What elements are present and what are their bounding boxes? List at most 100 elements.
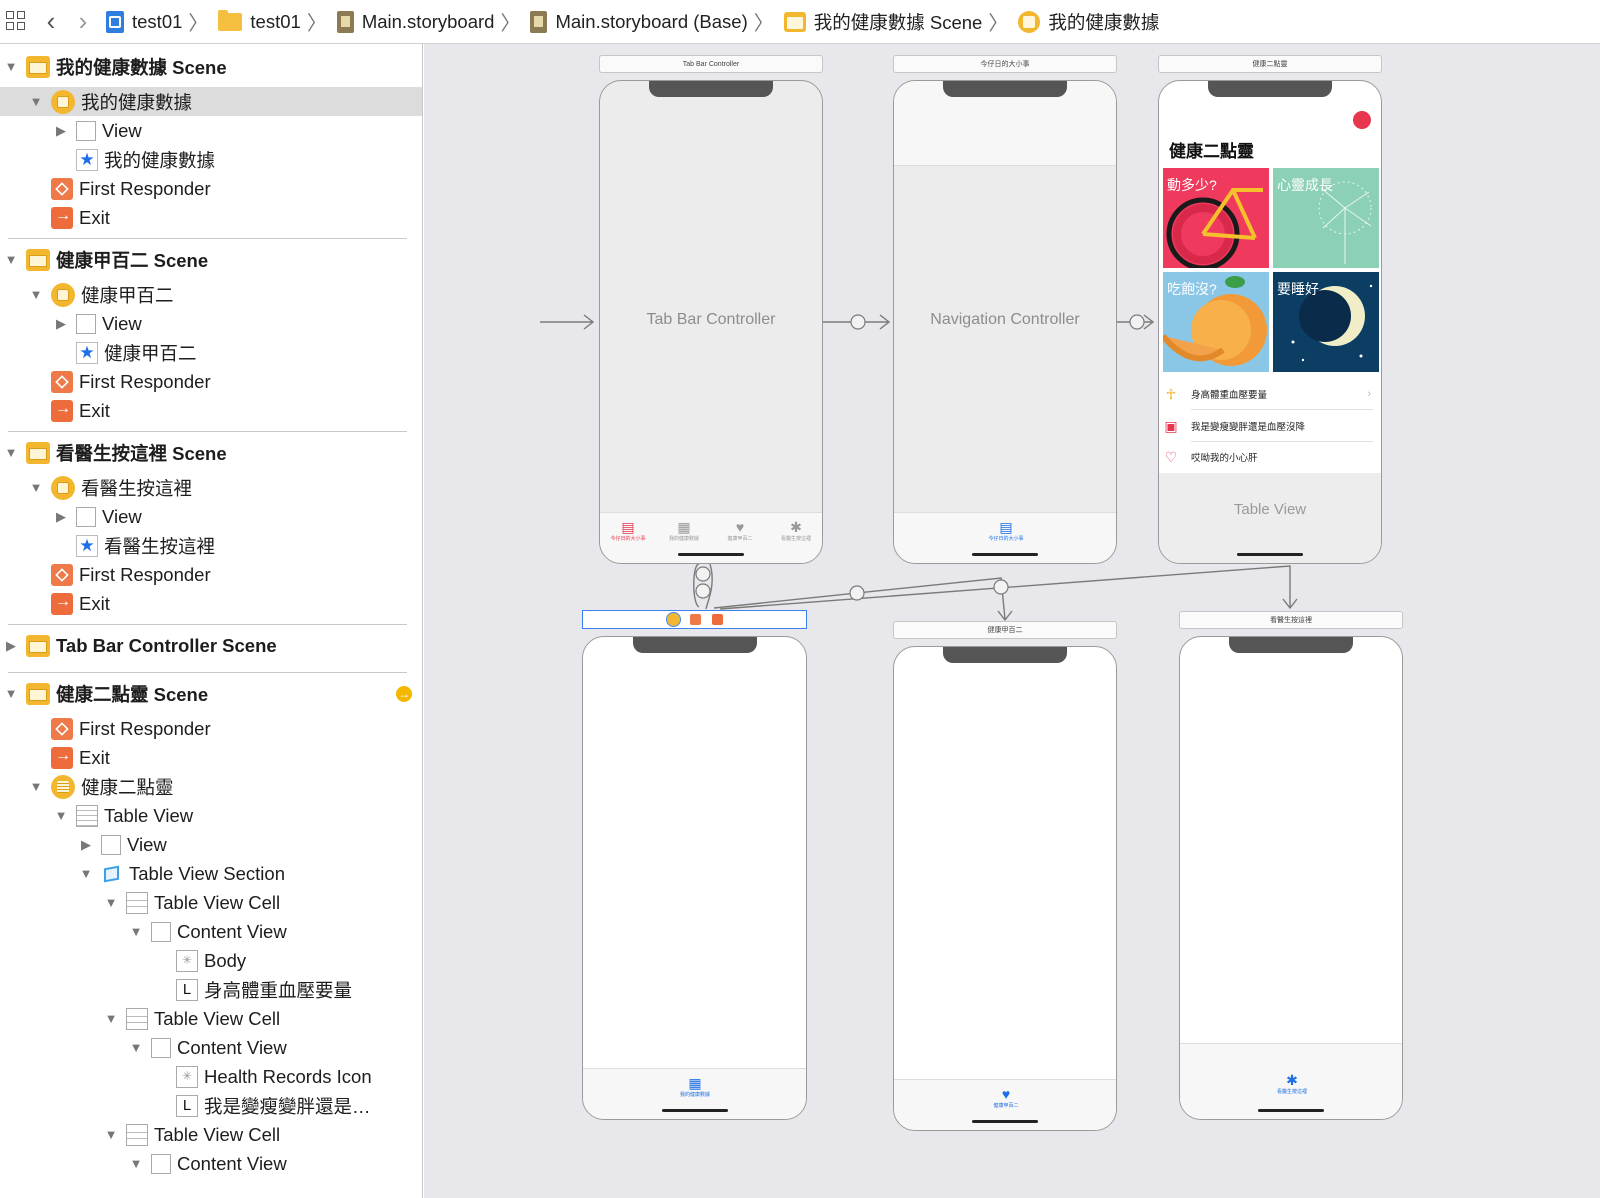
- tab-bar-item[interactable]: ✱ 看醫生按這裡: [1264, 1072, 1320, 1095]
- disclosure-expanded-icon[interactable]: ▼: [54, 808, 68, 823]
- outline-row[interactable]: ▼ 看醫生按這裡 Scene: [0, 438, 422, 467]
- disclosure-collapsed-icon[interactable]: ▶: [54, 316, 68, 332]
- outline-row[interactable]: ▼ Table View Cell: [0, 888, 422, 917]
- breadcrumb-project[interactable]: test01 〉: [106, 7, 208, 36]
- outline-row[interactable]: ▼ Table View Cell: [0, 1004, 422, 1033]
- tab-bar-item[interactable]: ▦ 我的健康數據: [667, 1075, 723, 1098]
- breadcrumb-group[interactable]: test01 〉: [218, 7, 327, 36]
- outline-row[interactable]: ▼ Content View: [0, 1149, 422, 1178]
- profile-icon[interactable]: [1353, 111, 1371, 129]
- outline-row[interactable]: First Responder: [0, 174, 422, 203]
- diet-tile[interactable]: 吃飽沒?: [1163, 272, 1269, 372]
- disclosure-expanded-icon[interactable]: ▼: [4, 445, 18, 460]
- tab-bar-item[interactable]: ▤ 今仔日的大小事: [978, 519, 1034, 542]
- exit-icon[interactable]: [712, 614, 723, 625]
- disclosure-expanded-icon[interactable]: ▼: [29, 480, 43, 495]
- disclosure-expanded-icon[interactable]: ▼: [29, 287, 43, 302]
- navigation-controller-scene[interactable]: Navigation Controller ▤ 今仔日的大小事: [893, 80, 1117, 564]
- table-row[interactable]: ▣ 我是變瘦變胖還是血壓沒降: [1164, 411, 1373, 442]
- view-controller-icon[interactable]: [666, 612, 681, 627]
- disclosure-expanded-icon[interactable]: ▼: [129, 1040, 143, 1055]
- outline-row[interactable]: Exit: [0, 396, 422, 425]
- outline-row[interactable]: ▼ Table View: [0, 801, 422, 830]
- outline-row[interactable]: ▶ Tab Bar Controller Scene: [0, 631, 422, 660]
- breadcrumb-storyboard[interactable]: Main.storyboard 〉: [336, 7, 520, 36]
- disclosure-expanded-icon[interactable]: ▼: [104, 1127, 118, 1142]
- disclosure-expanded-icon[interactable]: ▼: [29, 94, 43, 109]
- disclosure-expanded-icon[interactable]: ▼: [129, 1156, 143, 1171]
- outline-row[interactable]: First Responder: [0, 367, 422, 396]
- jiankang-scene[interactable]: ♥ 健康甲百二: [893, 646, 1117, 1131]
- outline-row[interactable]: ▼ 我的健康數據 Scene: [0, 52, 422, 81]
- outline-row[interactable]: ▼ 健康甲百二: [0, 280, 422, 309]
- sleep-tile[interactable]: 要睡好: [1273, 272, 1379, 372]
- disclosure-expanded-icon[interactable]: ▼: [129, 924, 143, 939]
- table-row[interactable]: ☥ 身高體重血壓要量 ›: [1166, 379, 1373, 410]
- tab-bar-item[interactable]: ▦ 我的健康數據: [656, 519, 712, 542]
- first-responder-icon[interactable]: [690, 614, 701, 625]
- disclosure-collapsed-icon[interactable]: ▶: [54, 509, 68, 525]
- tab-bar-item[interactable]: ▤ 今仔日的大小事: [600, 519, 656, 542]
- doctor-scene[interactable]: ✱ 看醫生按這裡: [1179, 636, 1403, 1120]
- tab-bar-controller-scene-title[interactable]: Tab Bar Controller: [599, 55, 823, 73]
- disclosure-expanded-icon[interactable]: ▼: [29, 779, 43, 794]
- table-row[interactable]: ♡ 哎呦我的小心肝: [1165, 442, 1373, 472]
- outline-row[interactable]: ▼ Content View: [0, 917, 422, 946]
- breadcrumb-storyboard-base[interactable]: Main.storyboard (Base) 〉: [530, 7, 774, 36]
- outline-row[interactable]: Exit: [0, 743, 422, 772]
- outline-row[interactable]: ★ 健康甲百二: [0, 338, 422, 367]
- disclosure-expanded-icon[interactable]: ▼: [79, 866, 93, 881]
- outline-row[interactable]: ★ 我的健康數據: [0, 145, 422, 174]
- outline-row[interactable]: ★ 看醫生按這裡: [0, 531, 422, 560]
- health-scene-title[interactable]: 健康二點靈: [1158, 55, 1382, 73]
- outline-row[interactable]: Exit: [0, 589, 422, 618]
- outline-row[interactable]: First Responder: [0, 560, 422, 589]
- outline-row[interactable]: ▶ View: [0, 309, 422, 338]
- outline-row[interactable]: ▼ 健康二點靈: [0, 772, 422, 801]
- breadcrumb-scene[interactable]: 我的健康數據 Scene 〉: [783, 7, 1008, 36]
- disclosure-expanded-icon[interactable]: ▼: [4, 686, 18, 701]
- forward-arrow-icon[interactable]: ›: [70, 6, 96, 37]
- outline-row[interactable]: Exit: [0, 203, 422, 232]
- related-items-icon[interactable]: [4, 9, 30, 35]
- document-outline[interactable]: ▼ 我的健康數據 Scene ▼ 我的健康數據 ▶ View ★ 我的健康數據 First Re…: [0, 44, 423, 1198]
- disclosure-collapsed-icon[interactable]: ▶: [79, 837, 93, 853]
- my-health-scene-dock[interactable]: [582, 610, 807, 629]
- outline-row[interactable]: ✳ Health Records Icon: [0, 1062, 422, 1091]
- tab-bar-controller-scene[interactable]: Tab Bar Controller ▤ 今仔日的大小事 ▦ 我的健康數據 ♥ …: [599, 80, 823, 564]
- mind-tile[interactable]: 心靈成長: [1273, 168, 1379, 268]
- jiankang-scene-title[interactable]: 健康甲百二: [893, 621, 1117, 639]
- tab-bar-item[interactable]: ♥ 健康甲百二: [712, 519, 768, 542]
- outline-row[interactable]: ▼ Content View: [0, 1033, 422, 1062]
- disclosure-expanded-icon[interactable]: ▼: [4, 252, 18, 267]
- back-arrow-icon[interactable]: ‹: [38, 6, 64, 37]
- outline-row[interactable]: ✳ Body: [0, 946, 422, 975]
- exercise-tile[interactable]: 動多少?: [1163, 168, 1269, 268]
- tab-bar-item[interactable]: ♥ 健康甲百二: [978, 1086, 1034, 1109]
- disclosure-expanded-icon[interactable]: ▼: [104, 895, 118, 910]
- outline-row[interactable]: ▼ 看醫生按這裡: [0, 473, 422, 502]
- outline-row[interactable]: ▶ View: [0, 116, 422, 145]
- tab-bar-item[interactable]: ✱ 看醫生按這裡: [768, 519, 822, 542]
- warning-arrow-icon[interactable]: →: [396, 685, 412, 702]
- navigation-controller-scene-title[interactable]: 今仔日的大小事: [893, 55, 1117, 73]
- outline-row[interactable]: ▶ View: [0, 502, 422, 531]
- outline-row[interactable]: L 身高體重血壓要量: [0, 975, 422, 1004]
- storyboard-canvas[interactable]: Tab Bar Controller Tab Bar Controller ▤ …: [424, 44, 1600, 1198]
- outline-row[interactable]: ▼ 健康甲百二 Scene: [0, 245, 422, 274]
- breadcrumb-view-controller[interactable]: 我的健康數據: [1018, 9, 1159, 35]
- outline-row[interactable]: ▶ View: [0, 830, 422, 859]
- outline-row[interactable]: ▼ 健康二點靈 Scene →: [0, 679, 422, 708]
- outline-row[interactable]: ▼ Table View Cell: [0, 1120, 422, 1149]
- doctor-scene-title[interactable]: 看醫生按這裡: [1179, 611, 1403, 629]
- outline-row[interactable]: ▼ 我的健康數據: [0, 87, 422, 116]
- disclosure-collapsed-icon[interactable]: ▶: [4, 638, 18, 654]
- disclosure-expanded-icon[interactable]: ▼: [4, 59, 18, 74]
- disclosure-collapsed-icon[interactable]: ▶: [54, 123, 68, 139]
- outline-row[interactable]: ▼ Table View Section: [0, 859, 422, 888]
- outline-row[interactable]: First Responder: [0, 714, 422, 743]
- my-health-scene[interactable]: ▦ 我的健康數據: [582, 636, 807, 1120]
- outline-row[interactable]: L 我是變瘦變胖還是…: [0, 1091, 422, 1120]
- health-table-scene[interactable]: 健康二點靈 動多少? 心靈成長 吃飽沒? 要睡好 ☥ 身高體重血壓要量 › ▣ …: [1158, 80, 1382, 564]
- disclosure-expanded-icon[interactable]: ▼: [104, 1011, 118, 1026]
